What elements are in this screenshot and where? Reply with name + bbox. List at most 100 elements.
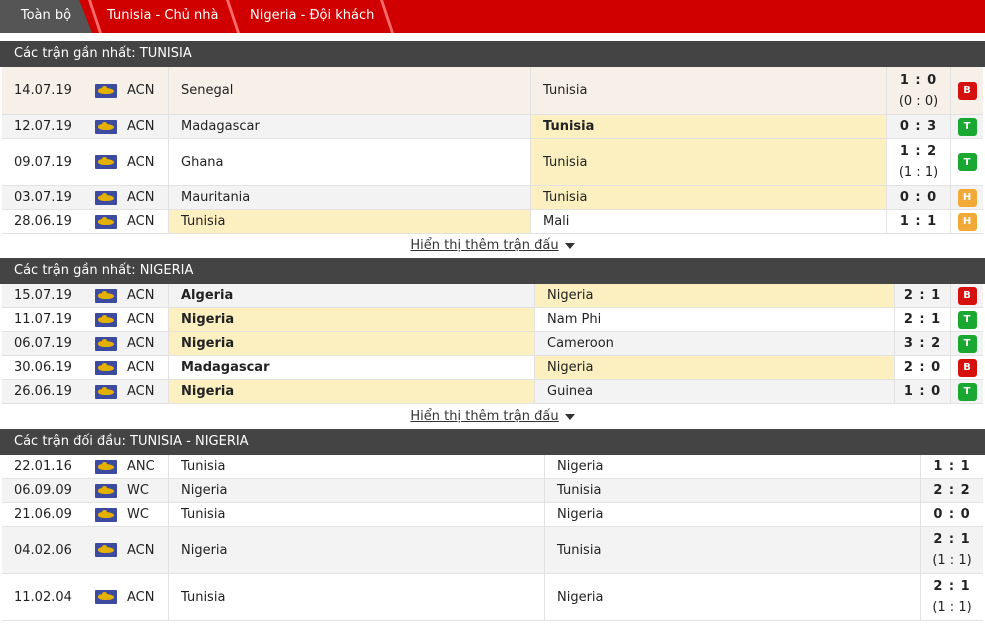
score: 2 : 2: [920, 479, 983, 502]
home-team: Nigeria: [168, 527, 544, 573]
half-time-score: (0 : 0): [898, 93, 939, 109]
show-more-link[interactable]: Hiển thị thêm trận đấu: [410, 238, 558, 253]
competition-flag-icon: [95, 312, 117, 327]
score: 1 : 0: [894, 380, 950, 403]
competition-flag-icon: [95, 590, 117, 604]
score: 0 : 0: [920, 503, 983, 526]
home-team: Tunisia: [168, 455, 544, 478]
match-row: 21.06.09 WC Tunisia Nigeria 0 : 0: [2, 503, 983, 527]
competition-flag-icon: [95, 336, 117, 351]
result-badge: H: [957, 188, 977, 207]
away-team: Nigeria: [544, 574, 920, 620]
section-title-tunisia: Các trận gần nhất: TUNISIA: [0, 41, 985, 67]
match-date: 26.06.19: [14, 384, 72, 399]
competition-flag-icon: [95, 190, 117, 205]
away-team: Nigeria: [544, 455, 920, 478]
result-badge: T: [957, 334, 977, 353]
score: 2 : 0: [894, 356, 950, 379]
score: 2 : 1 (1 : 1): [920, 574, 983, 620]
full-time-score: 3 : 2: [903, 336, 942, 351]
competition: ACN: [127, 83, 155, 98]
away-team: Tunisia: [544, 479, 920, 502]
match-row: 22.01.16 ANC Tunisia Nigeria 1 : 1: [2, 455, 983, 479]
competition: ACN: [127, 589, 155, 605]
home-team: Nigeria: [168, 332, 534, 355]
tab-nigeria-away[interactable]: Nigeria - Đội khách: [250, 0, 374, 33]
competition: ACN: [127, 384, 155, 399]
tab-all[interactable]: Toàn bộ: [0, 0, 92, 33]
full-time-score: 2 : 1: [933, 579, 971, 594]
away-team: Nam Phi: [534, 308, 894, 331]
tab-bar: Toàn bộ Tunisia - Chủ nhà Nigeria - Đội …: [0, 0, 985, 33]
competition: ACN: [127, 154, 155, 170]
competition-flag-icon: [95, 155, 117, 169]
away-team: Tunisia: [544, 527, 920, 573]
match-row: 14.07.19 ACN Senegal Tunisia 1 : 0 (0 : 0…: [2, 67, 983, 115]
away-team: Nigeria: [534, 356, 894, 379]
competition: WC: [127, 507, 149, 522]
competition: ACN: [127, 542, 155, 558]
away-team: Guinea: [534, 380, 894, 403]
home-team: Nigeria: [168, 479, 544, 502]
match-row: 12.07.19 ACN Madagascar Tunisia 0 : 3 T: [2, 115, 983, 139]
home-team: Tunisia: [168, 503, 544, 526]
match-date: 22.01.16: [14, 459, 72, 474]
match-date: 04.02.06: [14, 542, 72, 558]
score: 2 : 1 (1 : 1): [920, 527, 983, 573]
full-time-score: 1 : 0: [903, 384, 942, 399]
match-date: 21.06.09: [14, 507, 72, 522]
away-team: Tunisia: [530, 67, 886, 114]
match-date: 14.07.19: [14, 83, 72, 98]
score: 2 : 1: [894, 284, 950, 307]
caret-down-icon[interactable]: [564, 242, 575, 249]
match-row: 06.09.09 WC Nigeria Tunisia 2 : 2: [2, 479, 983, 503]
away-team: Tunisia: [530, 115, 886, 138]
result-badge: T: [957, 310, 977, 329]
away-team: Tunisia: [530, 186, 886, 209]
full-time-score: 1 : 1: [933, 459, 971, 474]
competition-flag-icon: [95, 507, 117, 522]
match-date: 15.07.19: [14, 288, 72, 303]
show-more-row: Hiển thị thêm trận đấu: [0, 405, 985, 429]
result-badge: B: [957, 358, 977, 377]
match-date: 06.07.19: [14, 336, 72, 351]
result-badge: B: [957, 81, 977, 100]
competition-flag-icon: [95, 459, 117, 474]
tab-divider: [380, 0, 394, 33]
home-team: Mauritania: [168, 186, 530, 209]
competition-flag-icon: [95, 483, 117, 498]
home-team: Nigeria: [168, 380, 534, 403]
full-time-score: 1 : 2: [899, 144, 938, 159]
section-title-nigeria: Các trận gần nhất: NIGERIA: [0, 258, 985, 284]
match-date: 03.07.19: [14, 190, 72, 205]
full-time-score: 0 : 0: [933, 507, 971, 522]
away-team: Nigeria: [534, 284, 894, 307]
full-time-score: 0 : 3: [899, 119, 938, 134]
full-time-score: 1 : 0: [899, 72, 938, 88]
score: 1 : 1: [886, 210, 950, 233]
away-team: Nigeria: [544, 503, 920, 526]
competition-flag-icon: [95, 360, 117, 375]
home-team: Tunisia: [168, 210, 530, 233]
half-time-score: (1 : 1): [898, 165, 939, 180]
home-team: Madagascar: [168, 356, 534, 379]
competition-flag-icon: [95, 384, 117, 399]
home-team: Ghana: [168, 139, 530, 185]
result-badge: B: [957, 286, 977, 305]
result-badge: H: [957, 212, 977, 231]
tab-divider: [88, 0, 102, 33]
half-time-score: (1 : 1): [932, 553, 972, 568]
home-team: Tunisia: [168, 574, 544, 620]
match-date: 28.06.19: [14, 214, 72, 229]
full-time-score: 2 : 1: [903, 312, 942, 327]
competition-flag-icon: [95, 214, 117, 229]
caret-down-icon[interactable]: [564, 413, 575, 420]
show-more-link[interactable]: Hiển thị thêm trận đấu: [410, 409, 558, 424]
half-time-score: (1 : 1): [932, 600, 972, 615]
match-row: 26.06.19 ACN Nigeria Guinea 1 : 0 T: [2, 380, 983, 404]
section-title-head-to-head: Các trận đối đầu: TUNISIA - NIGERIA: [0, 429, 985, 455]
competition: ACN: [127, 360, 155, 375]
match-date: 12.07.19: [14, 119, 72, 134]
result-badge: T: [957, 117, 977, 136]
tab-tunisia-home[interactable]: Tunisia - Chủ nhà: [107, 0, 219, 33]
